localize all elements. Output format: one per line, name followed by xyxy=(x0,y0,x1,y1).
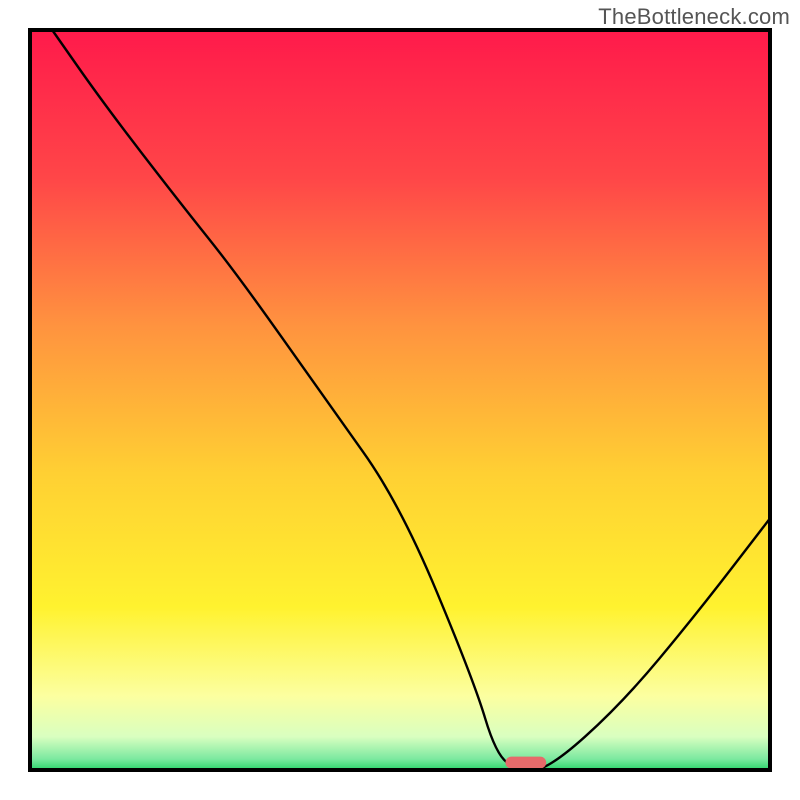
chart-frame: TheBottleneck.com xyxy=(0,0,800,800)
optimal-marker xyxy=(505,757,546,769)
watermark-text: TheBottleneck.com xyxy=(598,4,790,30)
chart-canvas xyxy=(0,0,800,800)
